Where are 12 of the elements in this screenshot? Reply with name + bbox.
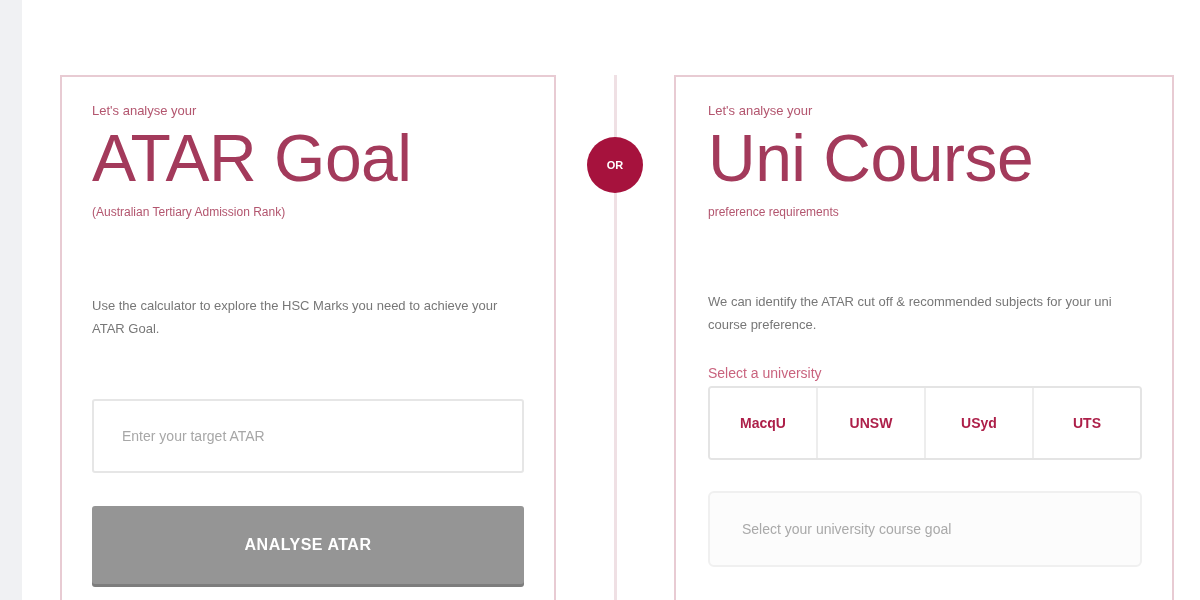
atar-input-field[interactable]: Enter your target ATAR [92, 399, 524, 473]
card-subtitle: preference requirements [708, 204, 839, 220]
university-option[interactable]: MacqU [710, 388, 818, 458]
card-eyebrow: Let's analyse your [92, 103, 197, 119]
card-eyebrow: Let's analyse your [708, 103, 813, 119]
card-title: Uni Course [708, 121, 1034, 195]
card-title: ATAR Goal [92, 121, 412, 195]
card-subtitle: (Australian Tertiary Admission Rank) [92, 204, 286, 220]
or-badge: OR [587, 137, 643, 193]
university-label: Select a university [708, 364, 822, 382]
card-description: We can identify the ATAR cut off & recommended subjects for your uni course preference. [708, 293, 1113, 334]
card-description: Use the calculator to explore the HSC Marks you need to achieve your ATAR Goal. [92, 297, 499, 338]
